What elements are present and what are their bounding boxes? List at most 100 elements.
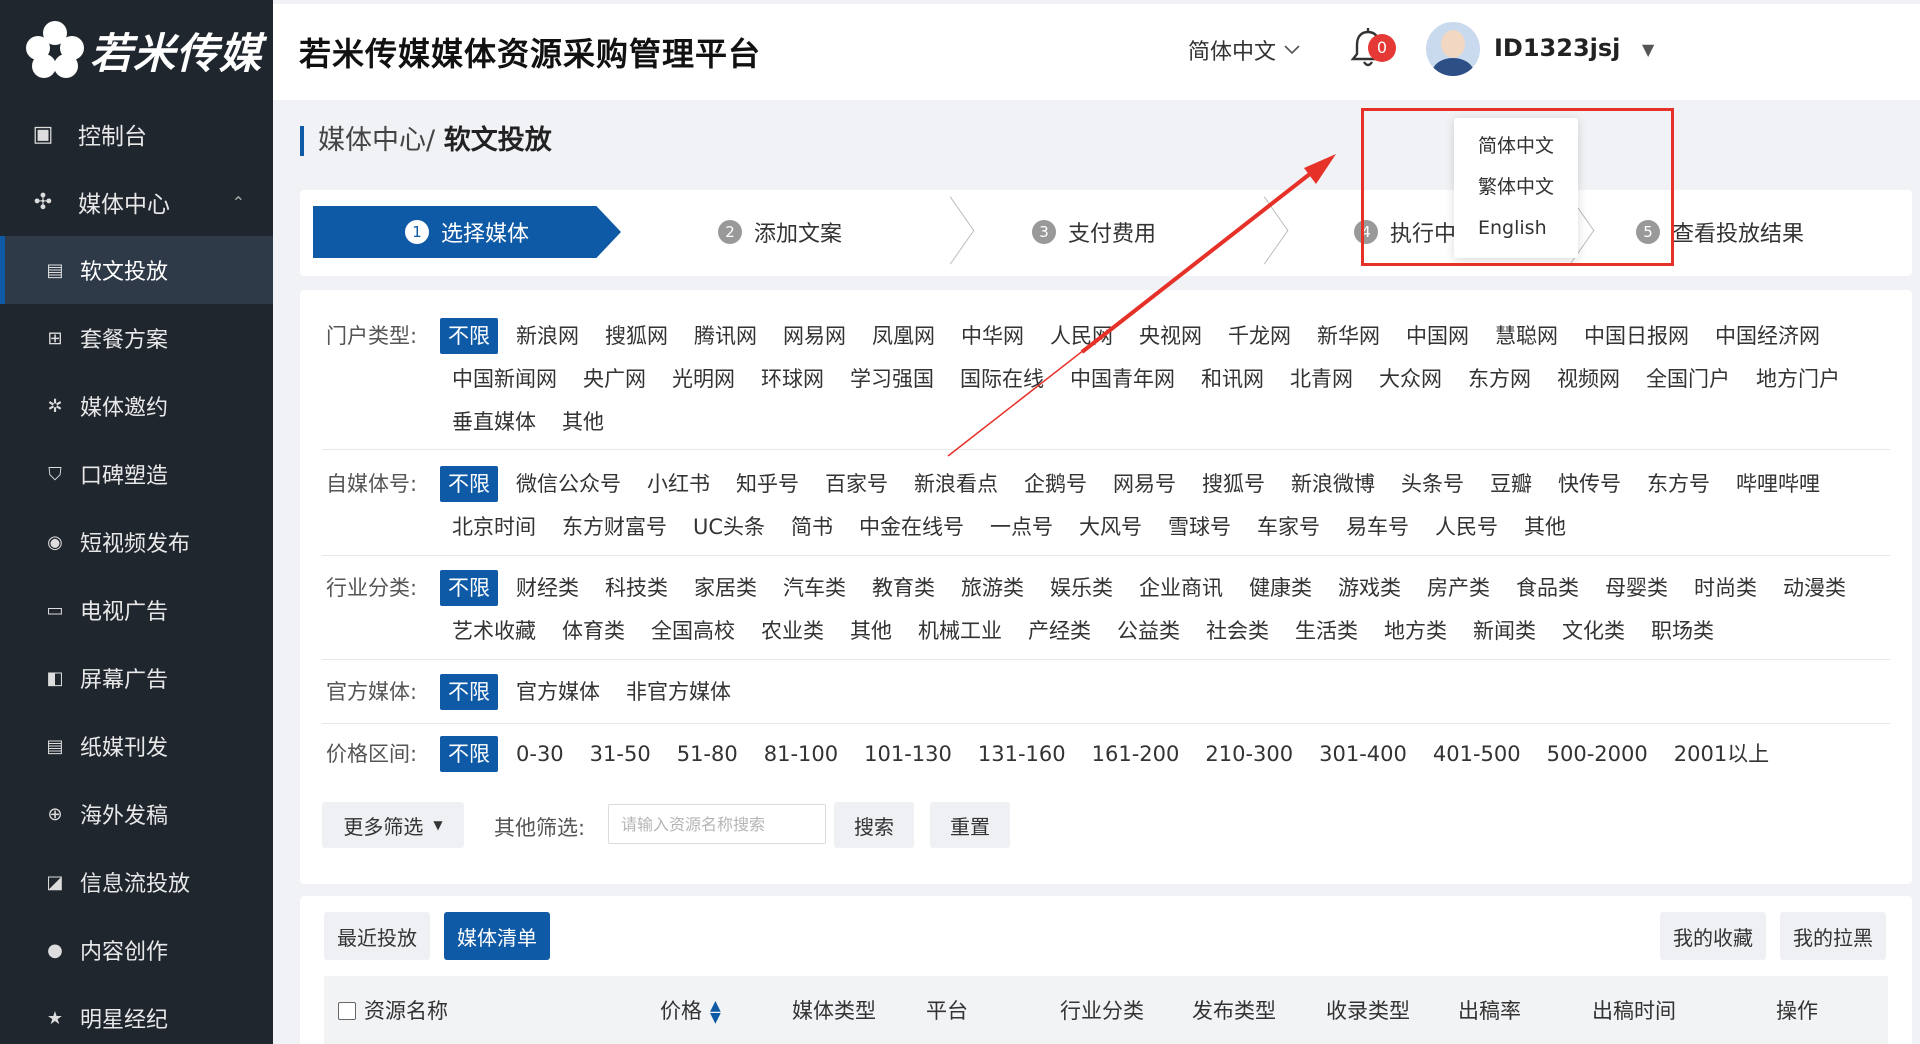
filter-option[interactable]: 不限 [440,466,498,502]
filter-option[interactable]: 环球网 [749,361,836,397]
sidebar-item-11[interactable]: ⊕ 海外发稿 [0,780,273,848]
sort-icon[interactable]: ▲ ▼ [710,999,721,1025]
filter-option[interactable]: 生活类 [1283,613,1370,649]
filter-option[interactable]: 健康类 [1237,570,1324,606]
filter-option[interactable]: 千龙网 [1216,318,1303,354]
filter-option[interactable]: 中国网 [1394,318,1481,354]
filter-option[interactable]: 地方门户 [1744,361,1852,397]
filter-option[interactable]: 81-100 [752,736,850,772]
select-all-checkbox[interactable] [338,1002,356,1020]
filter-option[interactable]: 中国青年网 [1058,361,1187,397]
filter-option[interactable]: 北青网 [1278,361,1365,397]
filter-option[interactable]: 和讯网 [1189,361,1276,397]
reset-button[interactable]: 重置 [930,802,1010,848]
filter-option[interactable]: 机械工业 [906,613,1014,649]
filter-option[interactable]: 娱乐类 [1038,570,1125,606]
my-favorites-button[interactable]: 我的收藏 [1660,912,1766,960]
filter-option[interactable]: 豆瓣 [1478,466,1544,502]
filter-option[interactable]: 体育类 [550,613,637,649]
filter-option[interactable]: 其他 [550,404,616,440]
filter-option[interactable]: 凤凰网 [860,318,947,354]
filter-option[interactable]: 301-400 [1307,736,1419,772]
filter-option[interactable]: 学习强国 [838,361,946,397]
filter-option[interactable]: 中华网 [949,318,1036,354]
filter-option[interactable]: 光明网 [660,361,747,397]
filter-option[interactable]: 游戏类 [1326,570,1413,606]
filter-option[interactable]: 垂直媒体 [440,404,548,440]
sidebar-item-7[interactable]: ◉ 短视频发布 [0,508,273,576]
filter-option[interactable]: 动漫类 [1771,570,1858,606]
filter-option[interactable]: 网易网 [771,318,858,354]
filter-option[interactable]: 500-2000 [1535,736,1660,772]
sidebar-item-13[interactable]: ● 内容创作 [0,916,273,984]
search-button[interactable]: 搜索 [834,802,914,848]
filter-option[interactable]: 一点号 [978,509,1065,545]
filter-option[interactable]: 大众网 [1367,361,1454,397]
my-blacklist-button[interactable]: 我的拉黑 [1780,912,1886,960]
filter-option[interactable]: 视频网 [1545,361,1632,397]
filter-option[interactable]: 其他 [838,613,904,649]
filter-option[interactable]: 新浪看点 [902,466,1010,502]
filter-option[interactable]: 财经类 [504,570,591,606]
sidebar-item-5[interactable]: ✲ 媒体邀约 [0,372,273,440]
filter-option[interactable]: 东方网 [1456,361,1543,397]
filter-option[interactable]: 慧聪网 [1483,318,1570,354]
filter-option[interactable]: 官方媒体 [504,674,612,710]
filter-option[interactable]: 大风号 [1067,509,1154,545]
filter-option[interactable]: 农业类 [749,613,836,649]
filter-option[interactable]: 161-200 [1080,736,1192,772]
sidebar-item-2[interactable]: ✣ 媒体中心 ⌃ [0,168,273,236]
filter-option[interactable]: 210-300 [1193,736,1305,772]
filter-option[interactable]: 不限 [440,318,498,354]
filter-option[interactable]: 央广网 [571,361,658,397]
filter-option[interactable]: 雪球号 [1156,509,1243,545]
filter-option[interactable]: 新浪微博 [1279,466,1387,502]
filter-option[interactable]: 文化类 [1550,613,1637,649]
sidebar-item-10[interactable]: ▤ 纸媒刊发 [0,712,273,780]
caret-down-icon[interactable]: ▼ [1642,40,1654,59]
filter-option[interactable]: 旅游类 [949,570,1036,606]
filter-option[interactable]: 搜狐网 [593,318,680,354]
filter-option[interactable]: 科技类 [593,570,680,606]
filter-option[interactable]: 人民号 [1423,509,1510,545]
filter-option[interactable]: 微信公众号 [504,466,633,502]
tab-recent[interactable]: 最近投放 [324,912,430,960]
filter-option[interactable]: 131-160 [966,736,1078,772]
filter-option[interactable]: 其他 [1512,509,1578,545]
filter-option[interactable]: 中国经济网 [1703,318,1832,354]
filter-option[interactable]: 易车号 [1334,509,1421,545]
filter-option[interactable]: 不限 [440,570,498,606]
filter-option[interactable]: 东方号 [1635,466,1722,502]
filter-option[interactable]: 母婴类 [1593,570,1680,606]
filter-option[interactable]: 非官方媒体 [614,674,743,710]
filter-option[interactable]: 家居类 [682,570,769,606]
filter-option[interactable]: 东方财富号 [550,509,679,545]
filter-option[interactable]: 房产类 [1415,570,1502,606]
filter-option[interactable]: 不限 [440,736,498,772]
filter-option[interactable]: 企鹅号 [1012,466,1099,502]
resource-search-input[interactable] [608,804,826,844]
filter-option[interactable]: 百家号 [813,466,900,502]
filter-option[interactable]: 人民网 [1038,318,1125,354]
filter-option[interactable]: 新华网 [1305,318,1392,354]
tab-media-list[interactable]: 媒体清单 [444,912,550,960]
filter-option[interactable]: 央视网 [1127,318,1214,354]
user-id[interactable]: ID1323jsj [1494,34,1620,62]
sidebar-item-12[interactable]: ◪ 信息流投放 [0,848,273,916]
sidebar-item-14[interactable]: ★ 明星经纪 [0,984,273,1044]
filter-option[interactable]: 51-80 [665,736,750,772]
filter-option[interactable]: 小红书 [635,466,722,502]
filter-option[interactable]: 车家号 [1245,509,1332,545]
breadcrumb-parent[interactable]: 媒体中心/ [318,125,435,156]
filter-option[interactable]: 新闻类 [1461,613,1548,649]
sidebar-item-8[interactable]: ▭ 电视广告 [0,576,273,644]
filter-option[interactable]: 公益类 [1105,613,1192,649]
filter-option[interactable]: 汽车类 [771,570,858,606]
filter-option[interactable]: 101-130 [852,736,964,772]
avatar[interactable] [1426,22,1480,76]
sidebar-item-9[interactable]: ◧ 屏幕广告 [0,644,273,712]
filter-option[interactable]: 简书 [779,509,845,545]
filter-option[interactable]: 中国新闻网 [440,361,569,397]
sidebar-item-4[interactable]: ⊞ 套餐方案 [0,304,273,372]
filter-option[interactable]: 知乎号 [724,466,811,502]
